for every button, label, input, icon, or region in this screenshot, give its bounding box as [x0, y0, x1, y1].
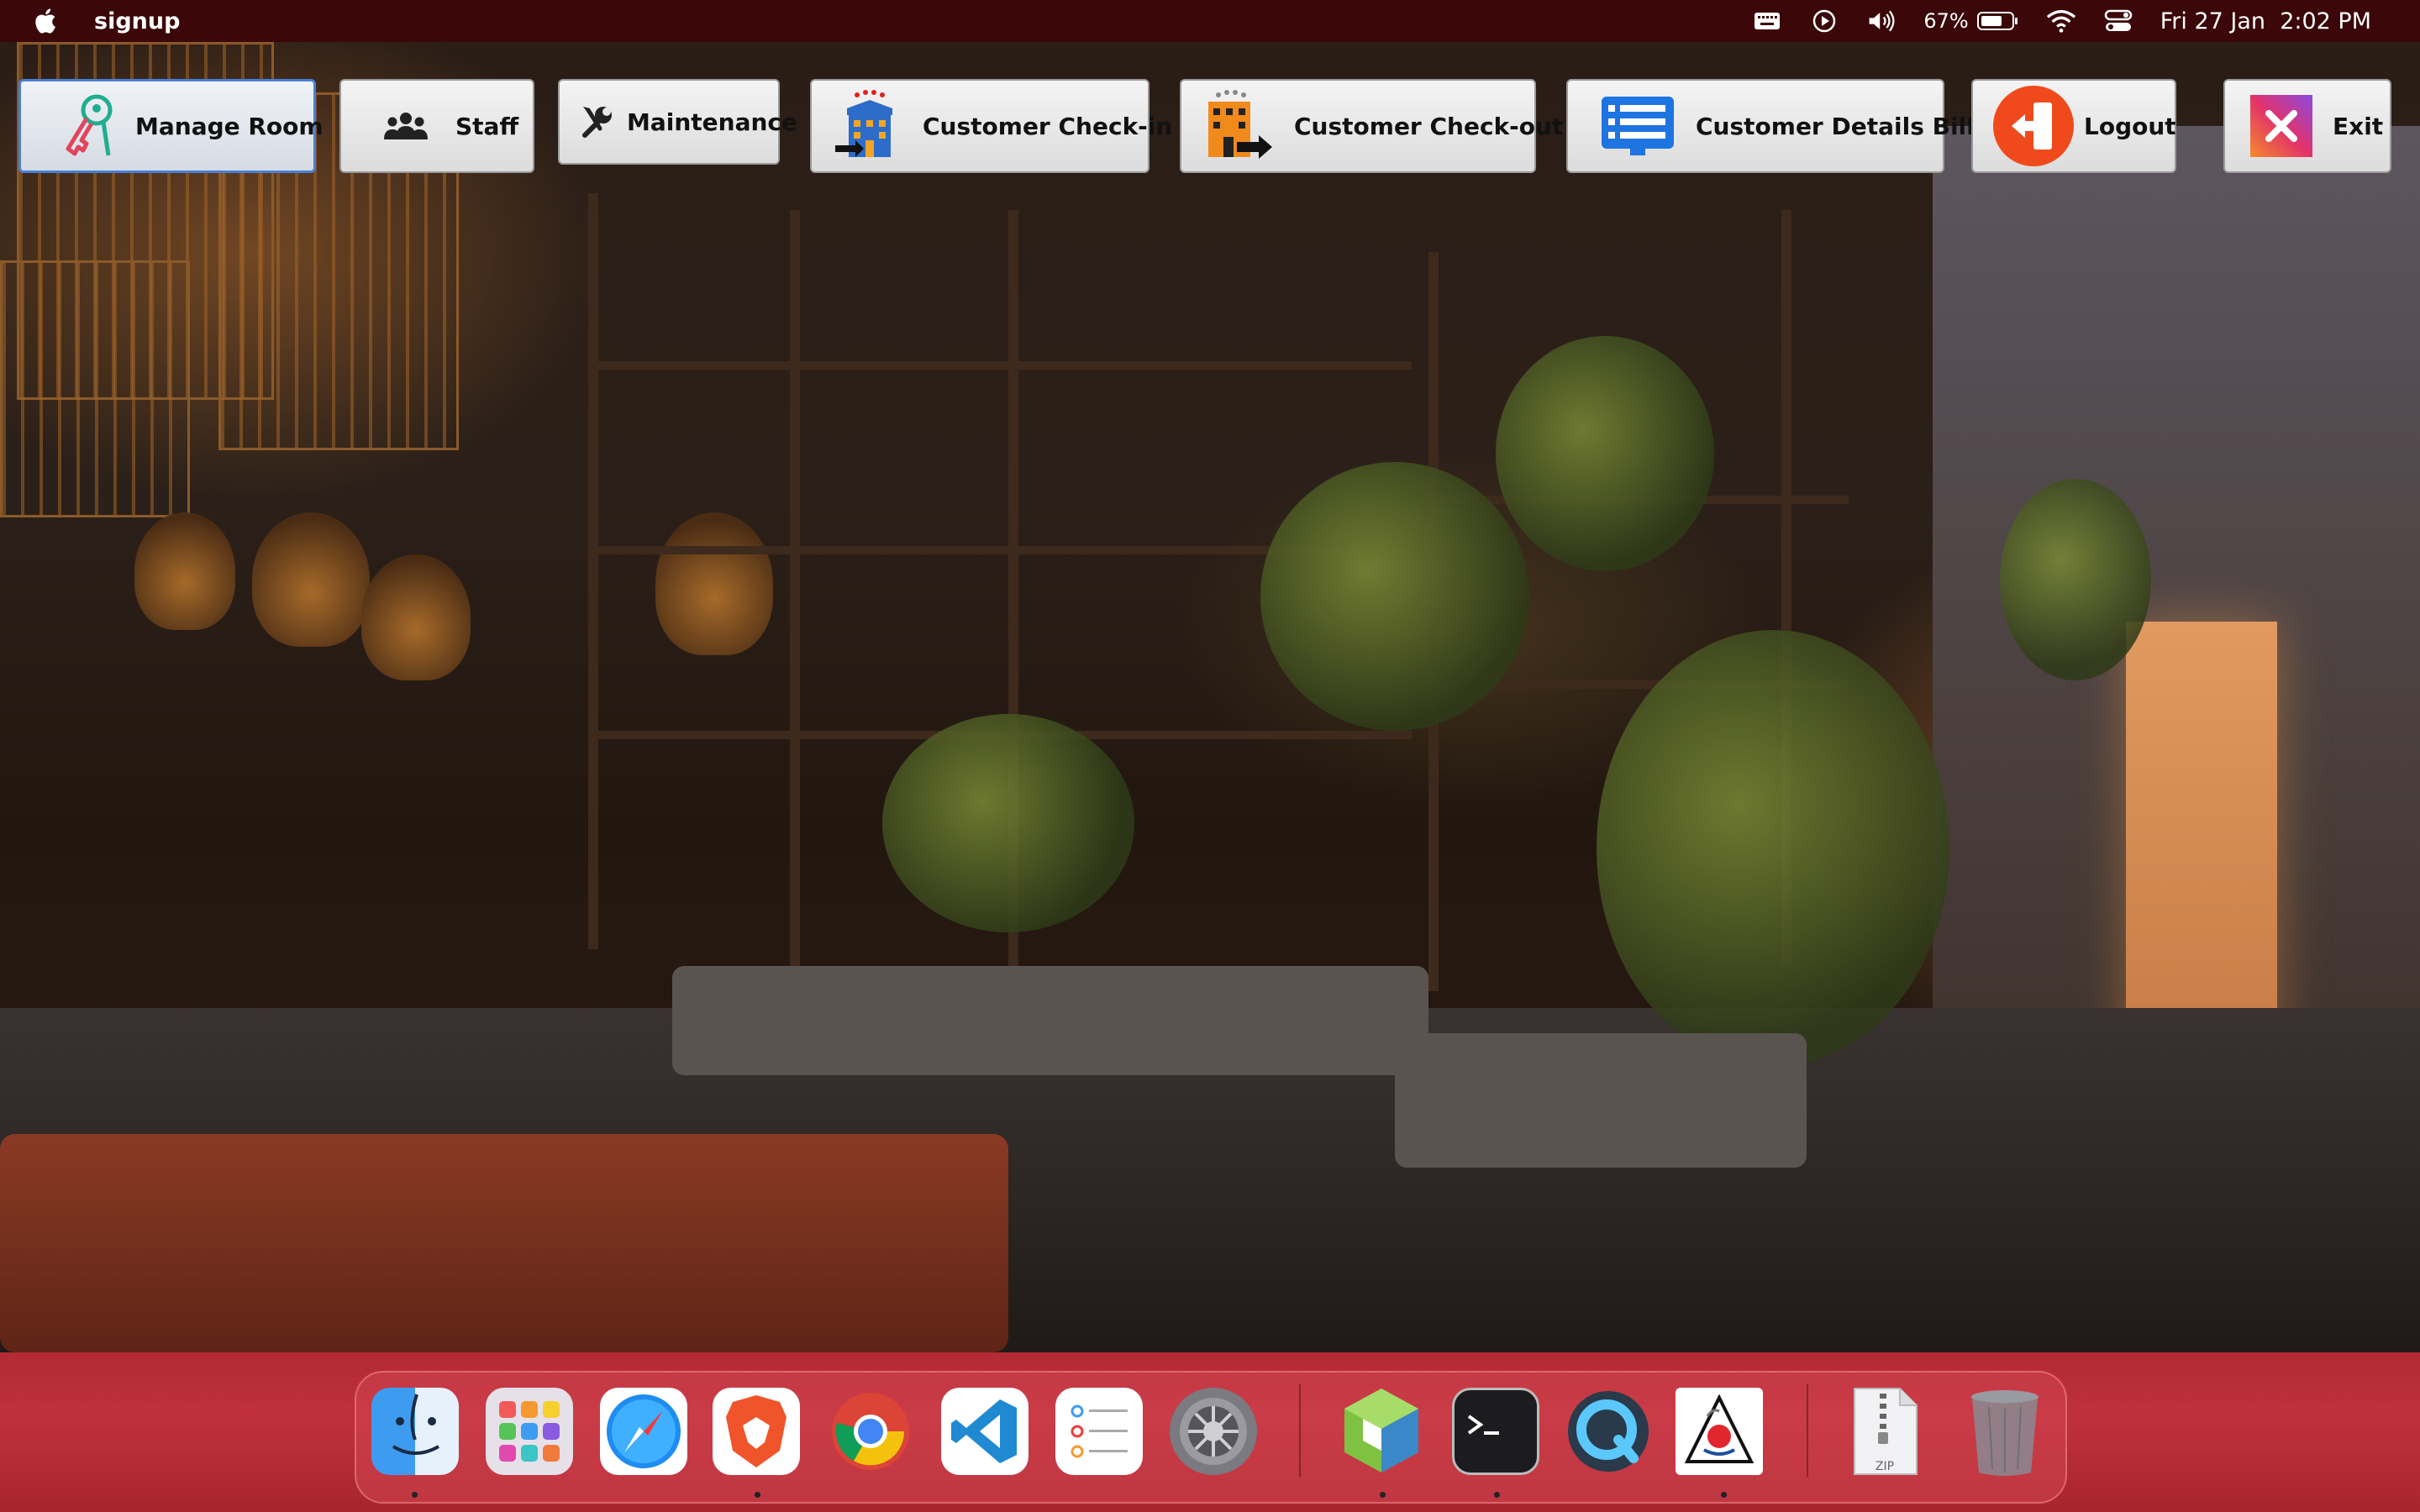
- apple-menu-icon[interactable]: [32, 7, 57, 35]
- check-in-label: Customer Check-in: [923, 112, 1173, 140]
- keyboard-icon[interactable]: [1752, 8, 1782, 34]
- maintenance-button[interactable]: Maintenance: [558, 79, 797, 165]
- zip-label: ZIP: [1875, 1460, 1895, 1473]
- background-plant: [882, 714, 1134, 932]
- launchpad-icon[interactable]: [486, 1388, 573, 1475]
- background-lantern: [134, 512, 235, 630]
- vscode-icon[interactable]: [941, 1388, 1028, 1475]
- check-out-label: Customer Check-out: [1294, 112, 1564, 140]
- manage-room-label: Manage Room: [135, 112, 324, 140]
- details-bill-label: Customer Details Bill: [1696, 112, 1975, 140]
- dock-separator: [1299, 1384, 1301, 1477]
- java-app-icon[interactable]: [1676, 1388, 1763, 1475]
- background-plant: [2000, 479, 2151, 680]
- background-plant: [1260, 462, 1529, 731]
- dock-separator: [1807, 1384, 1808, 1477]
- quicktime-icon[interactable]: [1565, 1388, 1652, 1475]
- hotel-check-out-icon: [1200, 90, 1276, 162]
- exit-label: Exit: [2333, 112, 2384, 140]
- exit-button[interactable]: Exit: [2223, 79, 2391, 173]
- wifi-icon[interactable]: [2046, 8, 2076, 34]
- trash-icon[interactable]: [1961, 1388, 2049, 1476]
- hotel-check-in-icon: [835, 90, 904, 162]
- background-lantern: [655, 512, 773, 655]
- background-shelf: [588, 193, 598, 949]
- logout-icon: [1991, 84, 2075, 168]
- customer-check-in-button[interactable]: Customer Check-in: [810, 79, 1172, 173]
- logout-label: Logout: [2084, 112, 2176, 140]
- running-indicator: [1494, 1492, 1500, 1498]
- battery-status[interactable]: 67%: [1923, 9, 2018, 33]
- running-indicator: [1380, 1492, 1386, 1498]
- manage-room-button[interactable]: Manage Room: [18, 79, 324, 173]
- background-sofa: [672, 966, 1428, 1075]
- logout-button[interactable]: Logout: [1971, 79, 2176, 173]
- reminders-icon[interactable]: [1055, 1388, 1143, 1475]
- menu-bar: signup 67% Fri 27 Jan 2:02 PM: [0, 0, 2420, 42]
- background-cage: [0, 260, 190, 517]
- background-plant: [1496, 336, 1714, 571]
- wrench-icon: [580, 103, 617, 140]
- running-indicator: [1721, 1492, 1727, 1498]
- brave-icon[interactable]: [713, 1388, 800, 1475]
- running-indicator: [755, 1492, 760, 1498]
- menu-clock[interactable]: Fri 27 Jan 2:02 PM: [2160, 8, 2371, 34]
- customer-check-out-button[interactable]: Customer Check-out: [1180, 79, 1563, 173]
- control-center-icon[interactable]: [2103, 8, 2133, 34]
- system-settings-icon[interactable]: [1170, 1388, 1257, 1475]
- background-plant: [1597, 630, 1949, 1067]
- staff-label: Staff: [455, 112, 519, 140]
- background-sofa: [0, 1134, 1008, 1352]
- bill-list-icon: [1602, 97, 1674, 155]
- netbeans-icon[interactable]: [1338, 1388, 1425, 1475]
- battery-percent: 67%: [1923, 9, 1969, 33]
- background-shelf: [790, 210, 800, 966]
- finder-icon[interactable]: [371, 1388, 459, 1475]
- background-lantern: [361, 554, 471, 680]
- room-key-icon: [58, 88, 120, 164]
- customer-details-bill-button[interactable]: Customer Details Bill: [1566, 79, 1975, 173]
- staff-group-icon: [383, 111, 429, 141]
- background-lantern: [252, 512, 370, 647]
- background-sofa: [1395, 1033, 1807, 1168]
- background-shelf: [588, 361, 1412, 370]
- safari-icon[interactable]: [600, 1388, 687, 1475]
- chrome-icon[interactable]: [827, 1388, 914, 1475]
- zip-archive-icon[interactable]: ZIP: [1845, 1388, 1924, 1475]
- app-name[interactable]: signup: [94, 8, 180, 34]
- close-icon: [2250, 95, 2312, 157]
- running-indicator: [412, 1492, 418, 1498]
- play-icon[interactable]: [1809, 8, 1839, 34]
- status-area: 67% Fri 27 Jan 2:02 PM: [1752, 0, 2371, 42]
- terminal-icon[interactable]: [1452, 1388, 1539, 1475]
- desktop-background: [0, 42, 2420, 1352]
- staff-button[interactable]: Staff: [339, 79, 534, 173]
- volume-icon[interactable]: [1866, 8, 1897, 34]
- battery-icon: [1976, 12, 2018, 30]
- maintenance-label: Maintenance: [627, 108, 798, 136]
